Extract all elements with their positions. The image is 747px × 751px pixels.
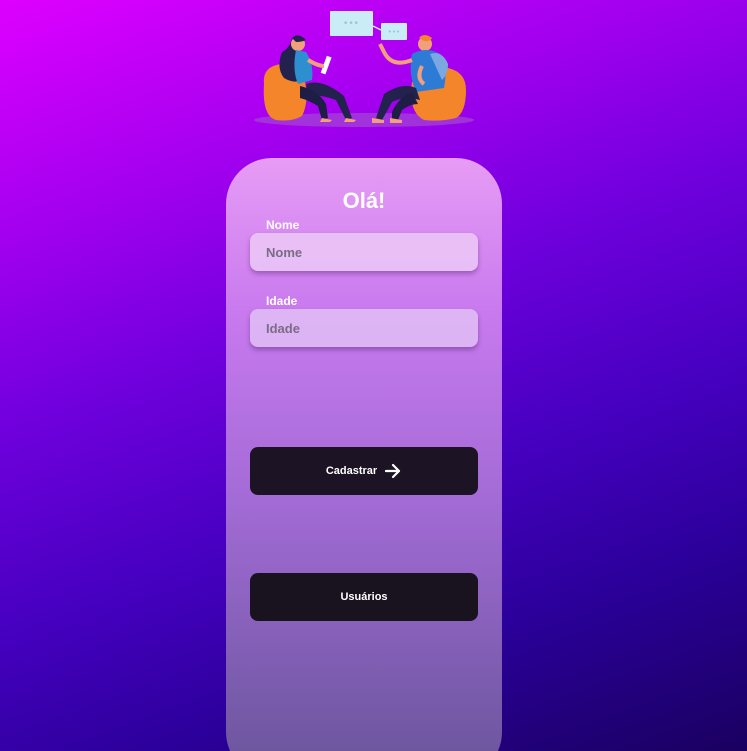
usuarios-button-label: Usuários	[340, 591, 388, 603]
form-card: Olá! Nome Idade Cadastrar Usuários	[226, 158, 502, 751]
nome-input[interactable]	[250, 233, 478, 271]
arrow-right-icon	[384, 463, 402, 479]
idade-label: Idade	[266, 294, 298, 308]
conversation-illustration-icon: ••• •••	[254, 11, 474, 127]
idade-input[interactable]	[250, 309, 478, 347]
cadastrar-button-label: Cadastrar	[325, 465, 378, 477]
conversation-illustration: ••• •••	[252, 8, 476, 132]
svg-text:•••: •••	[388, 28, 400, 36]
svg-text:•••: •••	[343, 19, 359, 29]
nome-label: Nome	[266, 218, 300, 232]
cadastrar-button[interactable]: Cadastrar	[250, 447, 478, 495]
usuarios-button[interactable]: Usuários	[250, 573, 478, 621]
card-title: Olá!	[342, 188, 386, 213]
